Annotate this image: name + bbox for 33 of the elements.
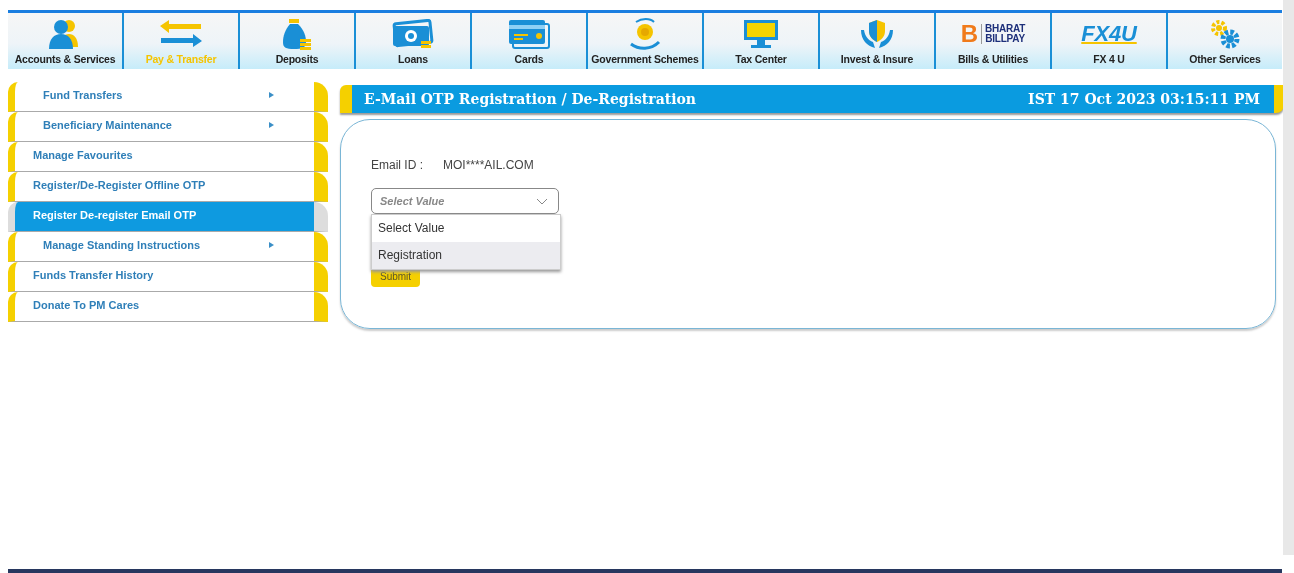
select-dropdown[interactable]: Select Value: [371, 188, 559, 214]
banknote-icon: [391, 19, 435, 49]
nav-tab[interactable]: Invest & Insure: [820, 13, 936, 69]
nav-tab[interactable]: Deposits: [240, 13, 356, 69]
nav-tab[interactable]: Other Services: [1168, 13, 1282, 69]
sidebar-item[interactable]: Fund Transfers: [8, 82, 328, 112]
sidebar-item[interactable]: Register/De-Register Offline OTP: [8, 172, 328, 202]
email-label: Email ID :: [371, 158, 423, 172]
monitor-icon: [743, 19, 779, 49]
sidebar-item[interactable]: Manage Standing Instructions: [8, 232, 328, 262]
dropdown-option[interactable]: Registration: [372, 242, 560, 269]
money-bag-icon: [282, 18, 312, 50]
sidebar-item[interactable]: Donate To PM Cares: [8, 292, 328, 322]
nav-tab[interactable]: Tax Center: [704, 13, 820, 69]
panel-title: E-Mail OTP Registration / De-Registration: [364, 91, 697, 107]
sidebar-item[interactable]: Beneficiary Maintenance: [8, 112, 328, 142]
nav-tab[interactable]: Loans: [356, 13, 472, 69]
nav-tab[interactable]: FX4U FX 4 U: [1052, 13, 1168, 69]
nav-tab[interactable]: Cards: [472, 13, 588, 69]
shield-hands-icon: [859, 18, 895, 50]
nav-tab[interactable]: Accounts & Services: [8, 13, 124, 69]
date-time: IST 17 Oct 2023 03:15:11 PM: [1028, 91, 1260, 107]
coin-hand-icon: [628, 18, 662, 50]
credit-card-icon: [507, 19, 551, 49]
chevron-down-icon: [536, 197, 548, 205]
nav-tab[interactable]: Government Schemes: [588, 13, 704, 69]
fx4u-logo: FX4U: [1081, 23, 1137, 45]
sidebar-item[interactable]: Manage Favourites: [8, 142, 328, 172]
arrows-icon: [158, 19, 204, 49]
dropdown-option[interactable]: Select Value: [372, 215, 560, 242]
sidebar-item[interactable]: Funds Transfer History: [8, 262, 328, 292]
gears-icon: [1209, 19, 1241, 49]
email-value: MOI****AIL.COM: [443, 158, 534, 172]
